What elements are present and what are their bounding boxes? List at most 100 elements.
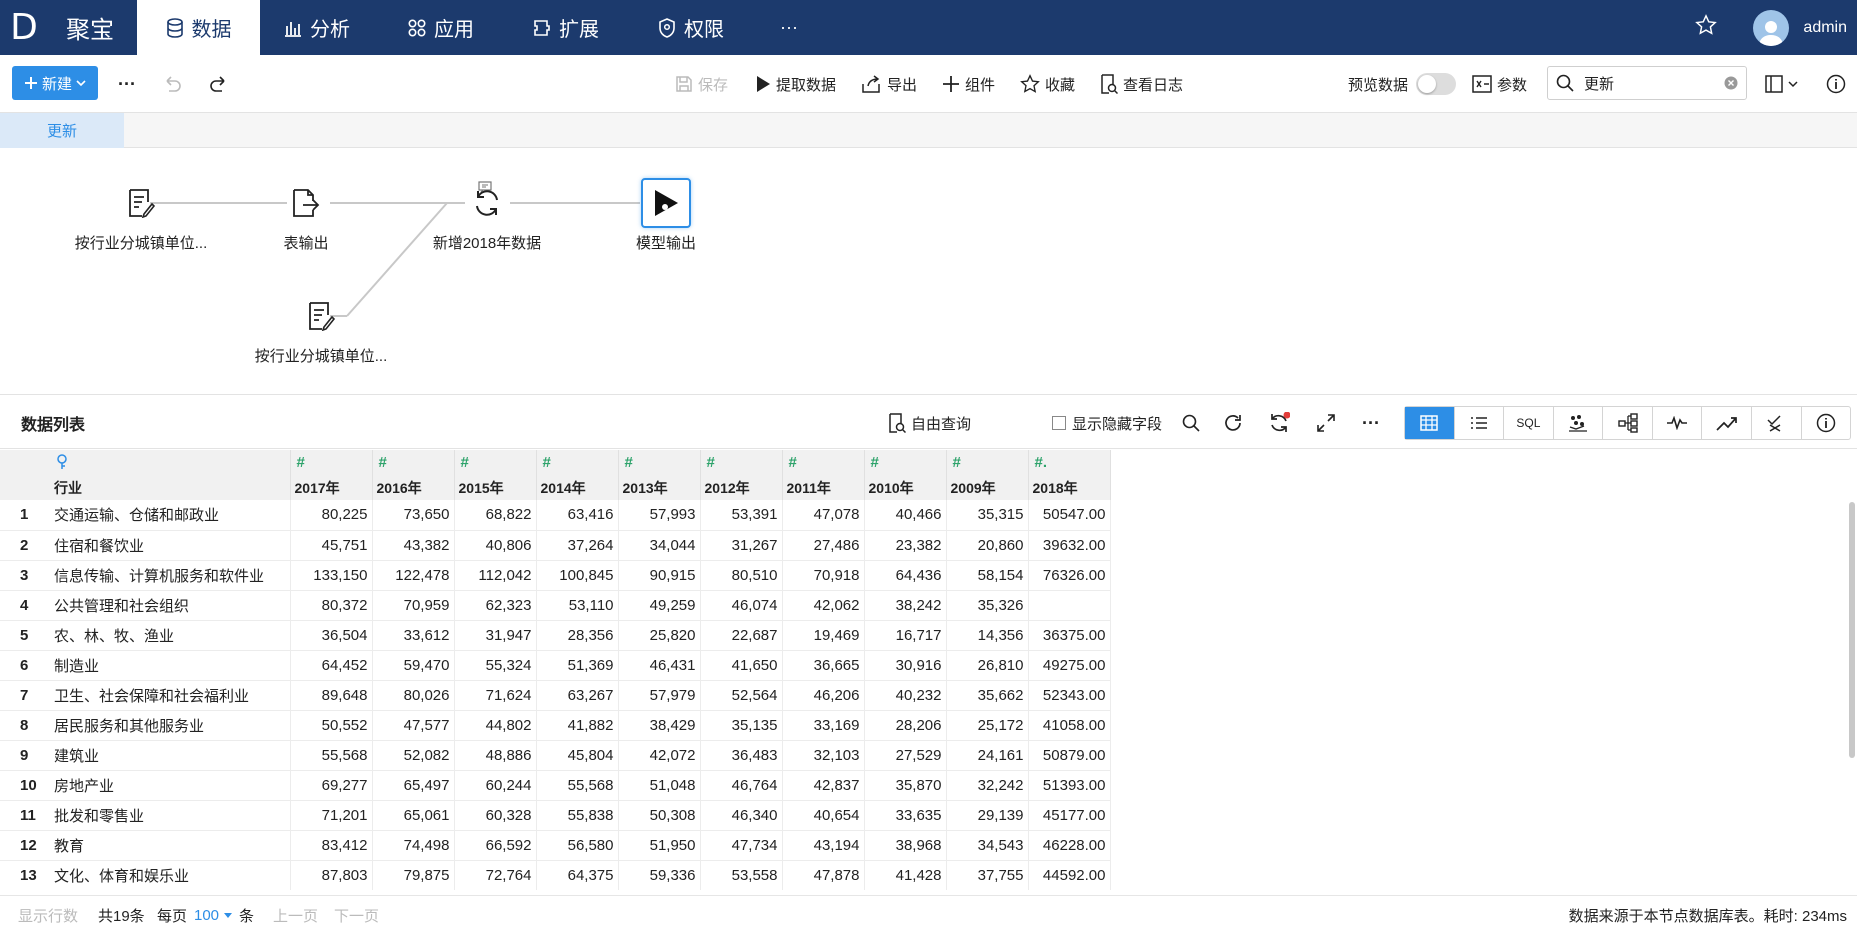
table-row[interactable]: 3 信息传输、计算机服务和软件业 133,150 122,478 112,042 100,… xyxy=(0,560,1111,591)
cell-value[interactable]: 41,428 xyxy=(864,860,947,890)
cell-value[interactable]: 73,650 xyxy=(372,500,455,531)
cell-value[interactable]: 52,564 xyxy=(700,680,783,711)
cell-value[interactable]: 32,103 xyxy=(782,740,865,771)
cell-value[interactable]: 23,382 xyxy=(864,530,947,561)
cell-value[interactable]: 24,161 xyxy=(946,740,1029,771)
cell-value[interactable]: 47,878 xyxy=(782,860,865,890)
cell-value[interactable]: 41,650 xyxy=(700,650,783,681)
cell-industry[interactable]: 公共管理和社会组织 xyxy=(50,590,291,621)
cell-value[interactable]: 42,072 xyxy=(618,740,701,771)
nav-item-apps[interactable]: 应用 xyxy=(408,0,474,55)
cell-value[interactable]: 80,372 xyxy=(290,590,373,621)
cell-value[interactable]: 57,993 xyxy=(618,500,701,531)
check-view-button[interactable] xyxy=(1752,407,1802,439)
cell-value[interactable]: 45177.00 xyxy=(1028,800,1111,831)
trend-view-button[interactable] xyxy=(1702,407,1752,439)
cell-value[interactable]: 46,764 xyxy=(700,770,783,801)
cell-value[interactable]: 37,755 xyxy=(946,860,1029,890)
cell-value[interactable]: 29,139 xyxy=(946,800,1029,831)
table-row[interactable]: 6 制造业 64,452 59,470 55,324 51,369 46,431 41,650… xyxy=(0,650,1111,681)
cell-value[interactable]: 74,498 xyxy=(372,830,455,861)
table-row[interactable]: 1 交通运输、仓储和邮政业 80,225 73,650 68,822 63,416 57,9… xyxy=(0,500,1111,531)
table-row[interactable]: 7 卫生、社会保障和社会福利业 89,648 80,026 71,624 63,267 57… xyxy=(0,680,1111,711)
cell-value[interactable]: 51,369 xyxy=(536,650,619,681)
table-view-button[interactable] xyxy=(1405,407,1455,439)
cell-value[interactable]: 58,154 xyxy=(946,560,1029,591)
cell-value[interactable]: 36375.00 xyxy=(1028,620,1111,651)
undo-button[interactable] xyxy=(162,55,187,113)
table-row[interactable]: 5 农、林、牧、渔业 36,504 33,612 31,947 28,356 25,820 2… xyxy=(0,620,1111,651)
data-table-container[interactable]: 行业 #2017年 #2016年 #2015年 #2014年 #2013年 #2012年 #2… xyxy=(0,450,1113,890)
cell-value[interactable]: 50879.00 xyxy=(1028,740,1111,771)
cell-value[interactable]: 33,612 xyxy=(372,620,455,651)
cell-value[interactable]: 43,194 xyxy=(782,830,865,861)
search-box[interactable]: 更新 xyxy=(1547,66,1747,100)
flow-node-table-input-2[interactable]: 按行业分城镇单位... xyxy=(248,291,394,366)
cell-value[interactable]: 63,267 xyxy=(536,680,619,711)
cell-value[interactable]: 40,232 xyxy=(864,680,947,711)
column-header[interactable]: #2011年 xyxy=(782,450,865,500)
cell-value[interactable]: 28,356 xyxy=(536,620,619,651)
cell-value[interactable]: 52,082 xyxy=(372,740,455,771)
cell-value[interactable]: 55,568 xyxy=(536,770,619,801)
cell-value[interactable]: 41058.00 xyxy=(1028,710,1111,741)
checkbox-box[interactable] xyxy=(1052,416,1066,430)
cell-value[interactable]: 27,486 xyxy=(782,530,865,561)
save-button[interactable]: 保存 xyxy=(675,55,728,113)
cell-industry[interactable]: 交通运输、仓储和邮政业 xyxy=(50,500,291,531)
clear-icon[interactable] xyxy=(1724,76,1738,90)
cell-value[interactable]: 46,206 xyxy=(782,680,865,711)
cell-value[interactable]: 16,717 xyxy=(864,620,947,651)
column-header[interactable]: #2017年 xyxy=(290,450,373,500)
table-row[interactable]: 4 公共管理和社会组织 80,372 70,959 62,323 53,110 49,259… xyxy=(0,590,1111,621)
cell-value[interactable]: 40,806 xyxy=(454,530,537,561)
column-header[interactable]: 行业 xyxy=(50,450,291,500)
show-rows-label[interactable]: 显示行数 xyxy=(18,896,78,934)
cell-value[interactable]: 100,845 xyxy=(536,560,619,591)
cell-value[interactable]: 55,324 xyxy=(454,650,537,681)
new-button[interactable]: 新建 xyxy=(12,66,98,100)
cell-value[interactable]: 47,577 xyxy=(372,710,455,741)
column-header[interactable]: #2009年 xyxy=(946,450,1029,500)
cell-value[interactable]: 42,837 xyxy=(782,770,865,801)
cell-value[interactable]: 49275.00 xyxy=(1028,650,1111,681)
cell-value[interactable]: 44,802 xyxy=(454,710,537,741)
table-row[interactable]: 8 居民服务和其他服务业 50,552 47,577 44,802 41,882 38,42… xyxy=(0,710,1111,741)
cell-industry[interactable]: 房地产业 xyxy=(50,770,291,801)
table-row[interactable]: 9 建筑业 55,568 52,082 48,886 45,804 42,072 36,483… xyxy=(0,740,1111,771)
flow-canvas[interactable]: 按行业分城镇单位... 表输出 新增2018年数据 模型输出 按行业分城镇单位.… xyxy=(0,148,1857,395)
cell-value[interactable]: 27,529 xyxy=(864,740,947,771)
cell-value[interactable]: 65,497 xyxy=(372,770,455,801)
layout-button[interactable] xyxy=(1765,55,1803,113)
cell-value[interactable]: 35,315 xyxy=(946,500,1029,531)
column-header[interactable]: #2010年 xyxy=(864,450,947,500)
more-button[interactable]: ··· xyxy=(118,55,136,113)
cell-value[interactable]: 38,242 xyxy=(864,590,947,621)
cell-industry[interactable]: 建筑业 xyxy=(50,740,291,771)
cell-value[interactable]: 31,947 xyxy=(454,620,537,651)
cell-value[interactable] xyxy=(1028,590,1111,621)
nav-item-analysis[interactable]: 分析 xyxy=(284,0,350,55)
cell-value[interactable]: 35,326 xyxy=(946,590,1029,621)
cell-value[interactable]: 55,838 xyxy=(536,800,619,831)
cell-value[interactable]: 25,820 xyxy=(618,620,701,651)
cell-value[interactable]: 122,478 xyxy=(372,560,455,591)
table-row[interactable]: 2 住宿和餐饮业 45,751 43,382 40,806 37,264 34,044 31,… xyxy=(0,530,1111,561)
cell-industry[interactable]: 制造业 xyxy=(50,650,291,681)
search-data-button[interactable] xyxy=(1182,397,1200,449)
cell-value[interactable]: 60,244 xyxy=(454,770,537,801)
cell-value[interactable]: 66,592 xyxy=(454,830,537,861)
cell-value[interactable]: 38,968 xyxy=(864,830,947,861)
cell-value[interactable]: 89,648 xyxy=(290,680,373,711)
cell-industry[interactable]: 住宿和餐饮业 xyxy=(50,530,291,561)
nav-item-permissions[interactable]: 权限 xyxy=(658,0,724,55)
user-menu[interactable]: admin xyxy=(1753,0,1847,55)
cell-value[interactable]: 59,336 xyxy=(618,860,701,890)
cell-value[interactable]: 36,665 xyxy=(782,650,865,681)
cell-value[interactable]: 38,429 xyxy=(618,710,701,741)
cell-value[interactable]: 68,822 xyxy=(454,500,537,531)
cell-value[interactable]: 60,328 xyxy=(454,800,537,831)
cell-value[interactable]: 22,687 xyxy=(700,620,783,651)
cell-value[interactable]: 64,375 xyxy=(536,860,619,890)
cell-value[interactable]: 33,635 xyxy=(864,800,947,831)
